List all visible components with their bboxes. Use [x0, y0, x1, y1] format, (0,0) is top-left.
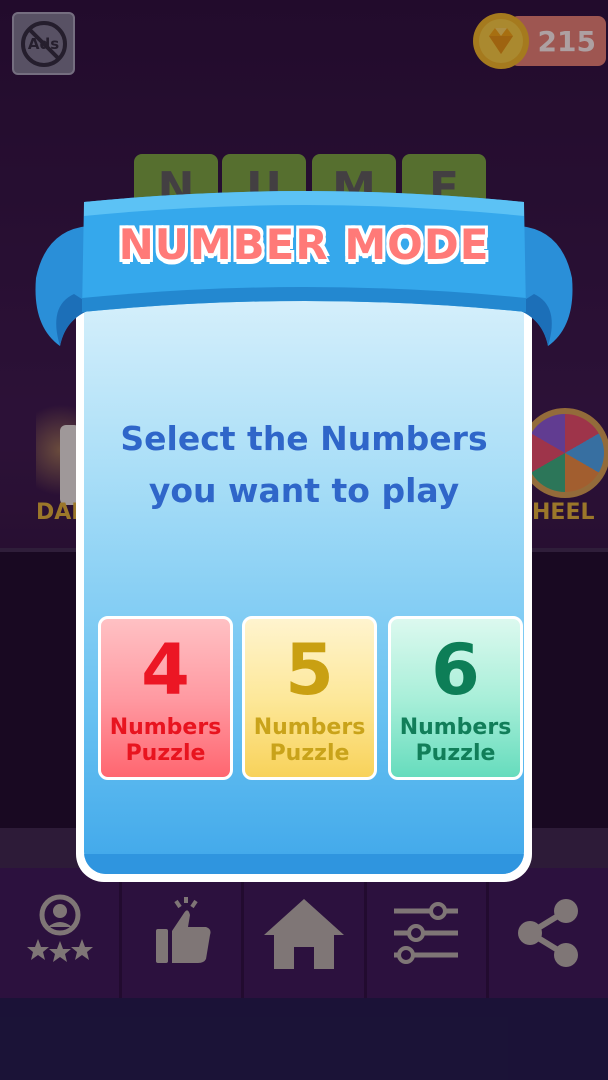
option-number: 5	[285, 629, 334, 711]
option-label-line-1: Numbers	[253, 715, 366, 740]
option-label-line-1: Numbers	[399, 715, 512, 740]
option-label-line-1: Numbers	[109, 715, 222, 740]
option-label-line-2: Puzzle	[415, 741, 496, 766]
option-number: 6	[431, 629, 480, 711]
prompt-line-2: you want to play	[148, 471, 460, 510]
six-numbers-puzzle-button[interactable]: 6 Numbers Puzzle	[388, 616, 523, 780]
dialog-title: NUMBER MODE	[118, 220, 490, 269]
option-label-line-2: Puzzle	[269, 741, 350, 766]
option-number: 4	[141, 629, 190, 711]
ribbon-banner-icon	[35, 191, 573, 346]
dialog-prompt: Select the Numbers you want to play	[84, 413, 524, 517]
title-ribbon: NUMBER MODE	[26, 186, 582, 352]
four-numbers-puzzle-button[interactable]: 4 Numbers Puzzle	[98, 616, 233, 780]
option-label-line-2: Puzzle	[125, 741, 206, 766]
five-numbers-puzzle-button[interactable]: 5 Numbers Puzzle	[242, 616, 377, 780]
prompt-line-1: Select the Numbers	[120, 419, 488, 458]
mode-options: 4 Numbers Puzzle 5 Numbers Puzzle 6 Numb…	[90, 616, 523, 782]
dialog-bottom-shade	[84, 854, 524, 874]
